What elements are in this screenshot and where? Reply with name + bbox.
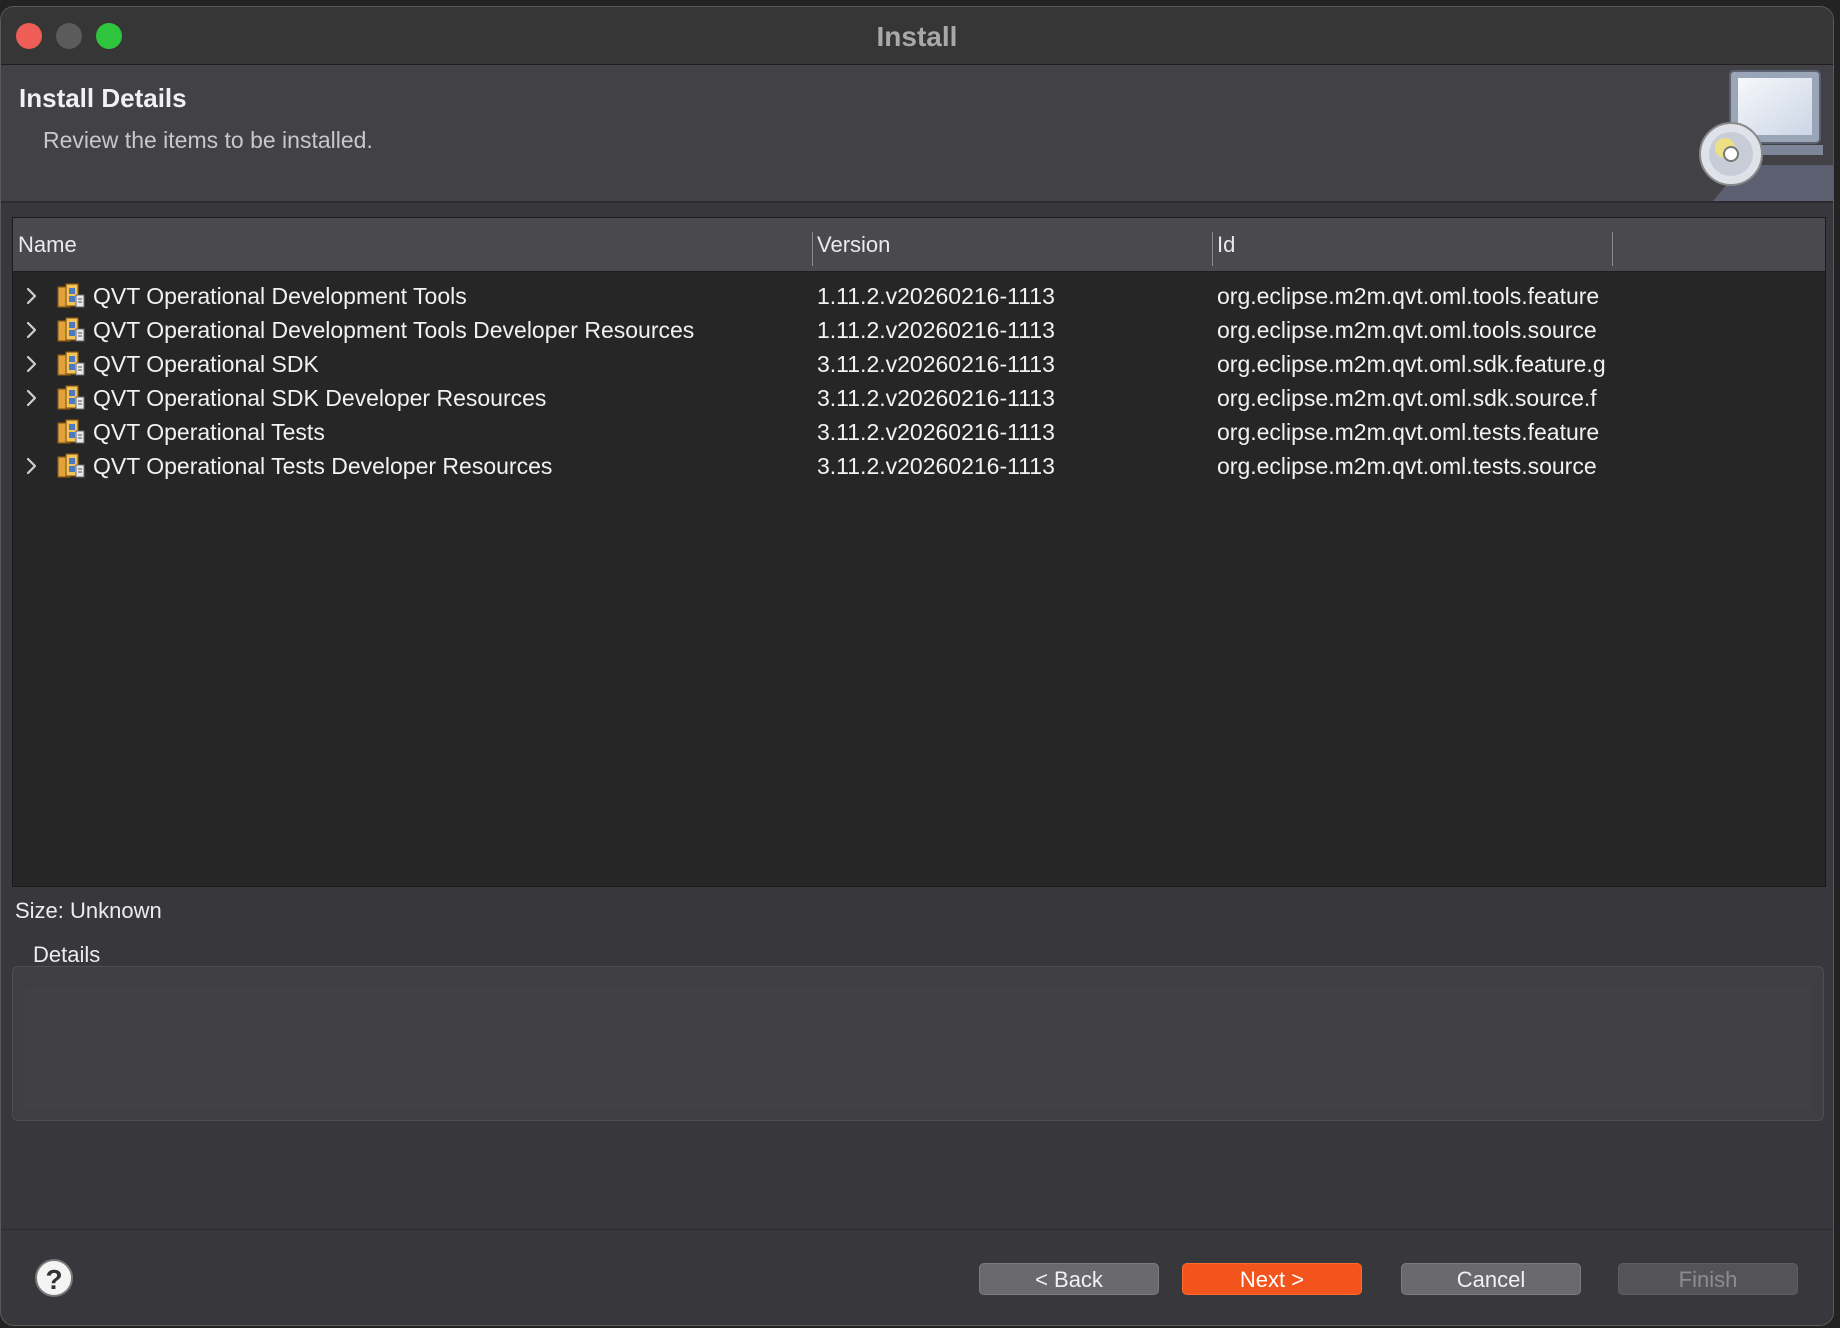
- row-name: QVT Operational SDK Developer Resources: [93, 385, 547, 411]
- table-row[interactable]: QVT Operational SDK 3.11.2.v20260216-1113…: [13, 347, 1825, 381]
- row-version: 3.11.2.v20260216-1113: [817, 385, 1055, 411]
- details-text-area[interactable]: [25, 987, 1811, 1110]
- footer-divider: [1, 1229, 1833, 1230]
- row-version: 3.11.2.v20260216-1113: [817, 453, 1055, 479]
- window-title: Install: [876, 21, 958, 52]
- title-bar: Install: [1, 7, 1833, 65]
- install-items-table[interactable]: Name Version Id QVT Operational Developm…: [12, 217, 1826, 887]
- chevron-right-icon[interactable]: [23, 454, 41, 478]
- row-name: QVT Operational Tests Developer Resource…: [93, 453, 553, 479]
- table-row[interactable]: QVT Operational SDK Developer Resources 3…: [13, 381, 1825, 415]
- chevron-right-icon[interactable]: [23, 386, 41, 410]
- column-divider[interactable]: [812, 232, 813, 266]
- chevron-right-icon[interactable]: [23, 284, 41, 308]
- row-version: 3.11.2.v20260216-1113: [817, 351, 1055, 377]
- page-title: Install Details: [19, 83, 187, 113]
- next-button[interactable]: Next >: [1182, 1263, 1362, 1295]
- back-button[interactable]: < Back: [979, 1263, 1159, 1295]
- row-id: org.eclipse.m2m.qvt.oml.tools.source: [1217, 317, 1597, 343]
- table-row[interactable]: QVT Operational Tests 3.11.2.v20260216-11…: [13, 415, 1825, 449]
- chevron-right-icon[interactable]: [23, 318, 41, 342]
- header-banner: Install Details Review the items to be i…: [1, 65, 1833, 203]
- feature-icon: [56, 315, 86, 345]
- row-version: 3.11.2.v20260216-1113: [817, 419, 1055, 445]
- row-id: org.eclipse.m2m.qvt.oml.tests.feature: [1217, 419, 1600, 445]
- details-panel: [12, 966, 1824, 1121]
- feature-icon: [56, 281, 86, 311]
- table-header: Name Version Id: [13, 218, 1825, 272]
- feature-icon: [56, 383, 86, 413]
- table-row[interactable]: QVT Operational Development Tools 1.11.2.…: [13, 279, 1825, 313]
- size-label: Size: Unknown: [15, 898, 162, 923]
- column-header-name[interactable]: Name: [18, 232, 77, 258]
- row-version: 1.11.2.v20260216-1113: [817, 283, 1055, 309]
- column-header-version[interactable]: Version: [817, 232, 890, 258]
- feature-icon: [56, 417, 86, 447]
- row-id: org.eclipse.m2m.qvt.oml.tools.feature: [1217, 283, 1600, 309]
- install-dialog: Install Install Details Review the items…: [0, 6, 1834, 1326]
- table-row[interactable]: QVT Operational Development Tools Develo…: [13, 313, 1825, 347]
- details-label: Details: [33, 942, 101, 967]
- column-header-id[interactable]: Id: [1217, 232, 1235, 258]
- chevron-right-icon[interactable]: [23, 352, 41, 376]
- row-name: QVT Operational Development Tools Develo…: [93, 317, 695, 343]
- column-divider[interactable]: [1612, 232, 1613, 266]
- finish-button: Finish: [1618, 1263, 1798, 1295]
- feature-icon: [56, 451, 86, 481]
- row-id: org.eclipse.m2m.qvt.oml.sdk.source.f: [1217, 385, 1597, 411]
- row-id: org.eclipse.m2m.qvt.oml.tests.source: [1217, 453, 1597, 479]
- page-description: Review the items to be installed.: [43, 127, 373, 153]
- row-id: org.eclipse.m2m.qvt.oml.sdk.feature.g: [1217, 351, 1606, 377]
- row-name: QVT Operational SDK: [93, 351, 319, 377]
- cancel-button[interactable]: Cancel: [1401, 1263, 1581, 1295]
- row-name: QVT Operational Tests: [93, 419, 325, 445]
- help-icon[interactable]: ?: [35, 1259, 73, 1297]
- install-computer-icon: [1683, 65, 1833, 201]
- feature-icon: [56, 349, 86, 379]
- row-version: 1.11.2.v20260216-1113: [817, 317, 1055, 343]
- column-divider[interactable]: [1212, 232, 1213, 266]
- row-name: QVT Operational Development Tools: [93, 283, 467, 309]
- table-row[interactable]: QVT Operational Tests Developer Resource…: [13, 449, 1825, 483]
